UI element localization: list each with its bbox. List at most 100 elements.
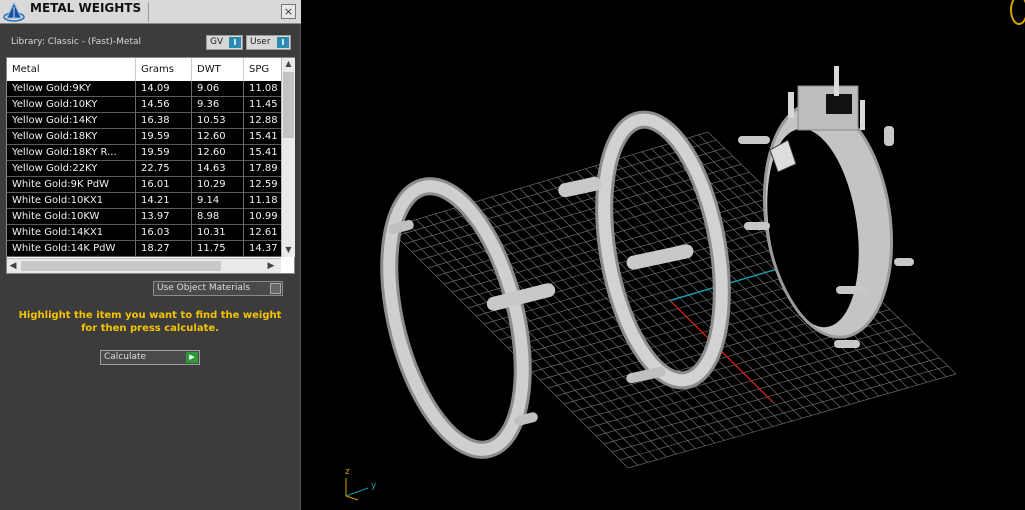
use-object-materials-checkbox[interactable]: Use Object Materials [153, 281, 283, 296]
panel-title: METAL WEIGHTS [30, 1, 142, 15]
cell-divider [135, 225, 136, 241]
table-row[interactable]: White Gold:10KX1 14.21 9.14 11.18 [7, 193, 281, 209]
cell-metal: Yellow Gold:9KY [12, 83, 91, 94]
table-row[interactable]: Yellow Gold:14KY 16.38 10.53 12.88 [7, 113, 281, 129]
scroll-left-icon[interactable]: ◀ [7, 259, 19, 273]
cell-metal: White Gold:14K PdW [12, 243, 116, 254]
use-object-materials-label: Use Object Materials [157, 283, 251, 293]
instruction-text: Highlight the item you want to find the … [18, 310, 282, 334]
axis-y-label: y [371, 481, 377, 491]
cell-metal: White Gold:9K PdW [12, 179, 109, 190]
cell-divider [243, 209, 244, 225]
cell-divider [191, 81, 192, 97]
cell-divider [135, 113, 136, 129]
cell-metal: White Gold:10KW [12, 211, 100, 222]
cell-metal: Yellow Gold:22KY [12, 163, 98, 174]
cell-dwt: 9.36 [197, 99, 220, 110]
table-row[interactable]: Yellow Gold:22KY 22.75 14.63 17.89 [7, 161, 281, 177]
cell-divider [191, 241, 192, 257]
calculate-button[interactable]: Calculate ▶ [100, 350, 200, 365]
cell-divider [243, 241, 244, 257]
cell-dwt: 10.31 [197, 227, 226, 238]
user-toggle-knob-icon: I [277, 37, 289, 48]
front-ring-part[interactable] [365, 172, 557, 463]
cell-divider [191, 129, 192, 145]
viewport-scene [365, 66, 957, 469]
grid-line [483, 228, 808, 325]
cell-grams: 22.75 [141, 163, 170, 174]
cell-divider [243, 177, 244, 193]
cell-grams: 16.38 [141, 115, 170, 126]
table-body: Yellow Gold:9KY 14.09 9.06 11.08 Yellow Gold… [7, 81, 281, 257]
table-row[interactable]: White Gold:9K PdW 16.01 10.29 12.59 [7, 177, 281, 193]
cell-divider [243, 225, 244, 241]
cell-grams: 14.09 [141, 83, 170, 94]
cell-divider [191, 193, 192, 209]
3d-viewport[interactable]: z y [308, 0, 1025, 510]
checkbox-icon [270, 283, 281, 294]
table-row[interactable]: Yellow Gold:9KY 14.09 9.06 11.08 [7, 81, 281, 97]
column-header-dwt[interactable]: DWT [197, 64, 221, 75]
cell-divider [243, 193, 244, 209]
cell-grams: 14.56 [141, 99, 170, 110]
column-divider [243, 58, 244, 81]
scroll-right-icon[interactable]: ▶ [265, 259, 277, 273]
column-header-spg[interactable]: SPG [249, 64, 269, 75]
cell-metal: Yellow Gold:14KY [12, 115, 98, 126]
cell-divider [243, 129, 244, 145]
cell-divider [135, 209, 136, 225]
cell-divider [191, 145, 192, 161]
table-row[interactable]: White Gold:10KW 13.97 8.98 10.99 [7, 209, 281, 225]
cell-divider [243, 161, 244, 177]
cell-spg: 11.08 [249, 83, 278, 94]
cell-dwt: 11.75 [197, 243, 226, 254]
ring-shank-part[interactable] [738, 66, 914, 348]
cell-metal: Yellow Gold:18KY [12, 131, 98, 142]
cell-spg: 11.18 [249, 195, 278, 206]
cell-divider [135, 193, 136, 209]
title-divider [148, 2, 149, 22]
panel-titlebar[interactable]: METAL WEIGHTS × [0, 0, 301, 24]
cell-divider [135, 145, 136, 161]
scroll-up-icon[interactable]: ▲ [282, 58, 295, 70]
cell-grams: 19.59 [141, 147, 170, 158]
cell-metal: Yellow Gold:18KY R... [12, 147, 117, 158]
gv-toggle-knob-icon: I [229, 37, 241, 48]
table-row[interactable]: Yellow Gold:18KY R... 19.59 12.60 15.41 [7, 145, 281, 161]
table-header: Metal Grams DWT SPG [7, 58, 281, 81]
scroll-down-icon[interactable]: ▼ [282, 244, 295, 256]
cell-spg: 15.41 [249, 131, 278, 142]
gv-toggle[interactable]: GV I [206, 35, 243, 50]
horizontal-scrollbar[interactable]: ◀ ▶ [7, 258, 281, 273]
cell-divider [135, 81, 136, 97]
column-header-metal[interactable]: Metal [12, 64, 40, 75]
table-row[interactable]: Yellow Gold:10KY 14.56 9.36 11.45 [7, 97, 281, 113]
user-toggle-label: User [250, 37, 271, 47]
cell-divider [191, 113, 192, 129]
app-logo-icon [3, 1, 25, 22]
cell-divider [243, 81, 244, 97]
vertical-scrollbar[interactable]: ▲ ▼ [281, 58, 295, 257]
cell-metal: Yellow Gold:10KY [12, 99, 98, 110]
metal-table: Metal Grams DWT SPG Yellow Gold:9KY 14.09… [6, 57, 295, 274]
cell-dwt: 8.98 [197, 211, 220, 222]
table-row[interactable]: White Gold:14K PdW 18.27 11.75 14.37 [7, 241, 281, 257]
close-button[interactable]: × [281, 4, 296, 19]
column-header-grams[interactable]: Grams [141, 64, 174, 75]
table-row[interactable]: White Gold:14KX1 16.03 10.31 12.61 [7, 225, 281, 241]
horizontal-scroll-thumb[interactable] [21, 261, 221, 271]
middle-ring-part[interactable] [557, 110, 740, 390]
cell-divider [243, 145, 244, 161]
cell-grams: 13.97 [141, 211, 170, 222]
cell-dwt: 9.06 [197, 83, 220, 94]
user-toggle[interactable]: User I [246, 35, 291, 50]
cell-divider [135, 177, 136, 193]
cell-dwt: 9.14 [197, 195, 220, 206]
table-row[interactable]: Yellow Gold:18KY 19.59 12.60 15.41 [7, 129, 281, 145]
cell-dwt: 12.60 [197, 131, 226, 142]
cell-divider [135, 129, 136, 145]
vertical-scroll-thumb[interactable] [283, 72, 294, 138]
cell-spg: 10.99 [249, 211, 278, 222]
corner-gizmo-icon [1010, 0, 1025, 25]
metal-weights-panel: METAL WEIGHTS × Library: Classic - (Fast… [0, 0, 301, 510]
